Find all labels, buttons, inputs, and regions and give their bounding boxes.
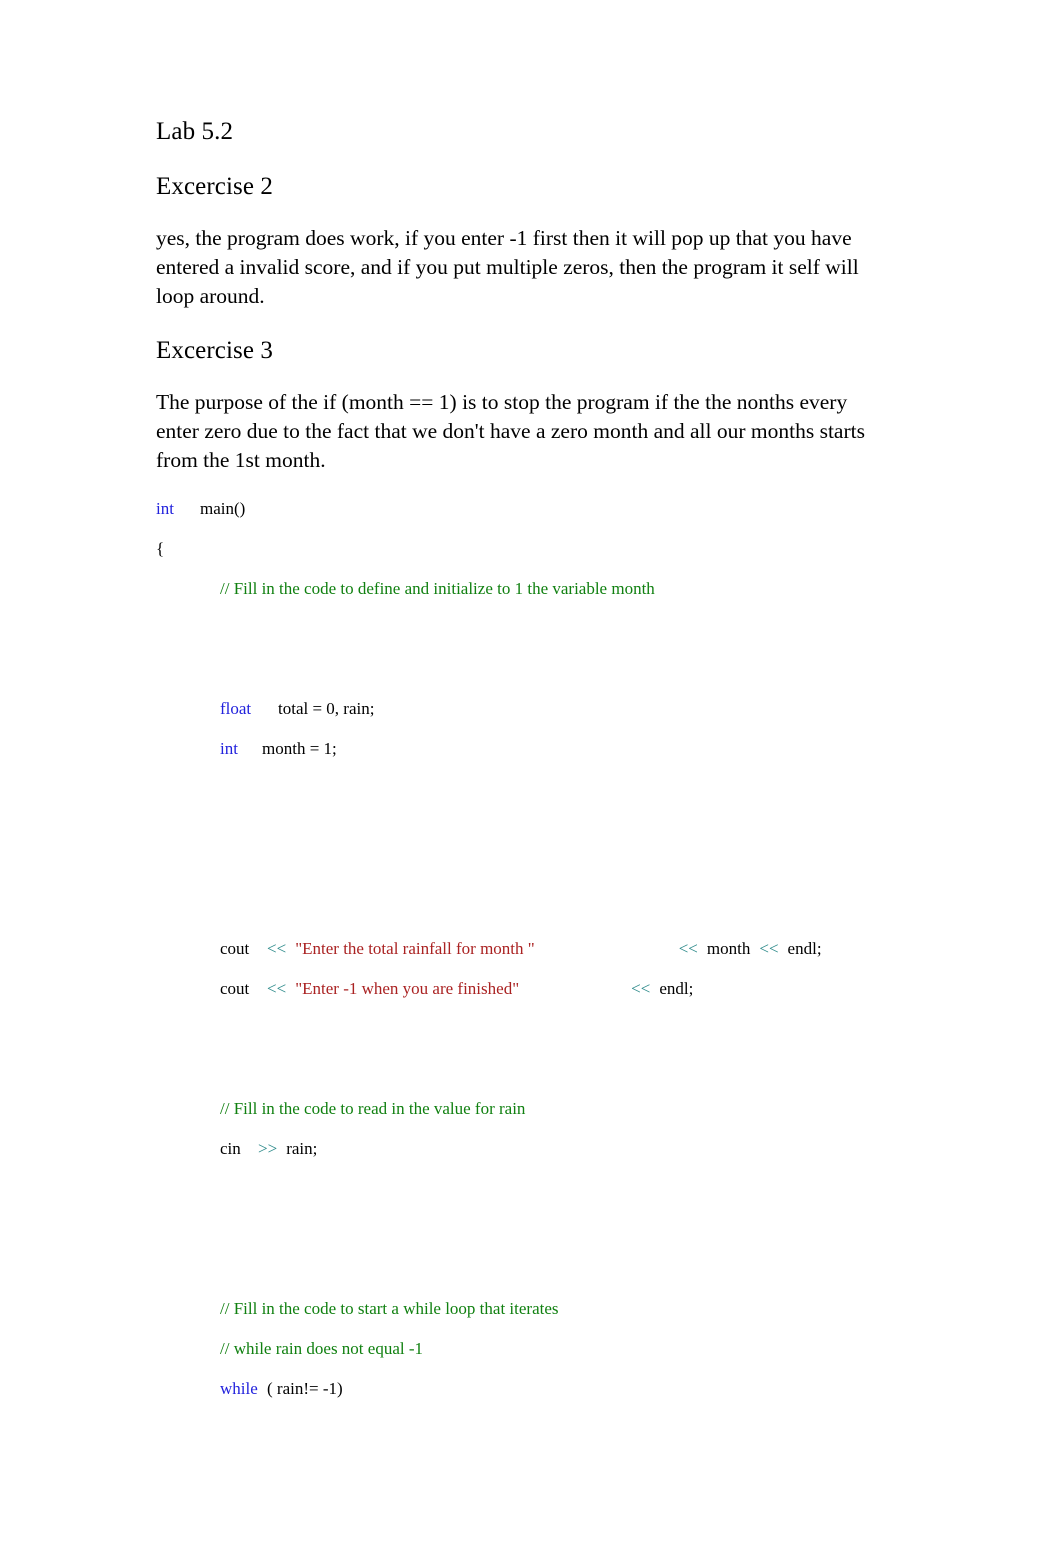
int-declaration: month = 1;	[262, 738, 337, 758]
endl-1: endl;	[787, 938, 822, 958]
extraction-operator: >>	[258, 1138, 278, 1158]
code-line-cout-rainfall: cout << "Enter the total rainfall for mont…	[220, 940, 886, 980]
insertion-operator-4: <<	[267, 978, 287, 998]
code-line-cin-rain: cin >> rain;	[220, 1140, 886, 1180]
variable-rain: rain;	[286, 1138, 318, 1158]
section-heading-excercise-3: Excercise 3	[156, 337, 274, 365]
code-line-comment-while-loop: // Fill in the code to start a while loo…	[220, 1300, 886, 1340]
code-line-comment-read-rain: // Fill in the code to read in the value…	[220, 1100, 886, 1140]
comment-while-loop: // Fill in the code to start a while loo…	[220, 1298, 559, 1318]
document-page: Lab 5.2 Excercise 2 yes, the program doe…	[0, 0, 1062, 1561]
stream-cin: cin	[220, 1138, 241, 1158]
keyword-while: while	[220, 1378, 258, 1398]
insertion-operator-5: <<	[631, 978, 651, 998]
code-line-main-signature: int main()	[156, 500, 886, 540]
comment-while-condition: // while rain does not equal -1	[220, 1338, 424, 1358]
code-block: int main() { // Fill in the code to defin…	[156, 500, 886, 1420]
code-line-while-statement: while ( rain!= -1)	[220, 1380, 886, 1420]
stream-cout-2: cout	[220, 978, 250, 998]
code-line-float-decl: float total = 0, rain;	[220, 700, 886, 740]
code-line-blank-3	[156, 900, 886, 940]
keyword-float: float	[220, 698, 252, 718]
code-line-comment-define-month: // Fill in the code to define and initia…	[220, 580, 886, 620]
section-heading-excercise-2: Excercise 2	[156, 172, 274, 200]
code-line-open-brace: {	[156, 540, 886, 580]
comment-define-month: // Fill in the code to define and initia…	[220, 578, 655, 598]
function-main: main()	[200, 498, 246, 518]
open-brace: {	[156, 538, 165, 558]
code-line-comment-while-cond: // while rain does not equal -1	[220, 1340, 886, 1380]
code-line-blank-5	[156, 1180, 886, 1300]
page-title: Lab 5.2	[156, 118, 234, 145]
insertion-operator-1: <<	[267, 938, 287, 958]
float-declaration: total = 0, rain;	[278, 698, 375, 718]
comment-read-rain: // Fill in the code to read in the value…	[220, 1098, 526, 1118]
keyword-int-month: int	[220, 738, 238, 758]
code-line-blank-1	[156, 620, 886, 700]
insertion-operator-3: <<	[759, 938, 779, 958]
section-paragraph-excercise-3: The purpose of the if (month == 1) is to…	[156, 389, 865, 473]
string-literal-finished-prompt: "Enter -1 when you are finished"	[295, 978, 520, 998]
insertion-operator-2: <<	[678, 938, 698, 958]
endl-2: endl;	[659, 978, 694, 998]
string-literal-rainfall-prompt: "Enter the total rainfall for month "	[295, 938, 535, 958]
stream-cout-1: cout	[220, 938, 250, 958]
code-line-blank-4	[156, 1020, 886, 1100]
variable-month: month	[706, 938, 751, 958]
code-line-blank-2	[156, 780, 886, 900]
code-line-cout-finished: cout << "Enter -1 when you are finished" <<…	[220, 980, 886, 1020]
section-paragraph-excercise-2: yes, the program does work, if you enter…	[156, 225, 859, 308]
code-line-int-decl: int month = 1;	[220, 740, 886, 780]
keyword-int: int	[156, 498, 174, 518]
while-condition: ( rain!= -1)	[267, 1378, 343, 1398]
document-content: Lab 5.2 Excercise 2 yes, the program doe…	[156, 118, 886, 1420]
